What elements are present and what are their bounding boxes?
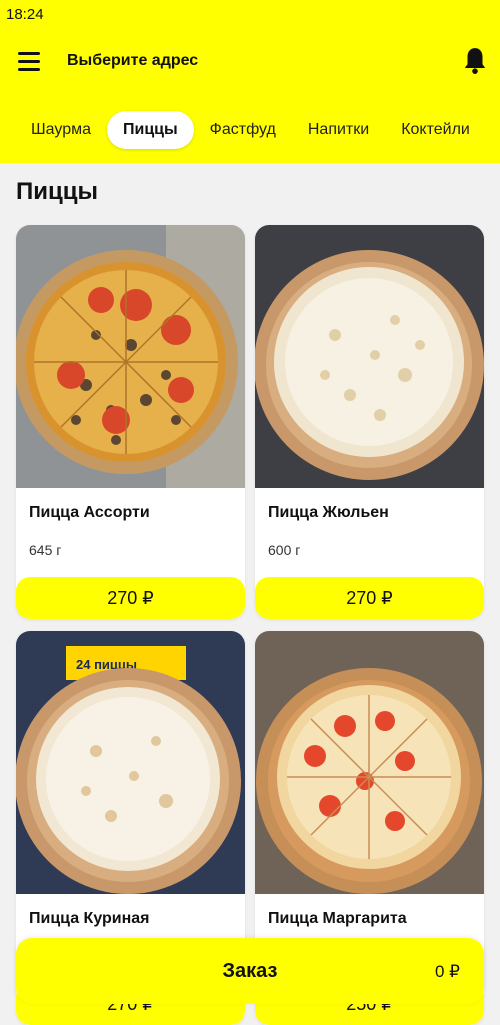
- product-weight: 645 г: [29, 542, 62, 558]
- product-name: Пицца Маргарита: [268, 910, 407, 927]
- product-name: Пицца Куриная: [29, 910, 150, 927]
- price-button[interactable]: 270 ₽: [255, 577, 484, 619]
- category-tabs: Шаурма Пиццы Фастфуд Напитки Коктейли: [0, 107, 500, 153]
- address-selector[interactable]: Выберите адрес: [67, 52, 198, 70]
- order-button[interactable]: Заказ 0 ₽: [16, 938, 484, 1004]
- product-weight: 600 г: [268, 542, 301, 558]
- section-title: Пиццы: [16, 178, 99, 205]
- product-image: [255, 225, 484, 488]
- order-label: Заказ: [222, 960, 278, 982]
- app-bar: Выберите адрес: [0, 40, 500, 86]
- bell-icon[interactable]: [462, 46, 488, 76]
- tab-shawarma[interactable]: Шаурма: [15, 111, 107, 149]
- product-grid: Пицца Ассорти 645 г 270 ₽ Пицца Жюльен 6…: [16, 225, 484, 1025]
- product-name: Пицца Жюльен: [268, 504, 389, 521]
- tab-cocktails[interactable]: Коктейли: [385, 111, 486, 149]
- product-image: 24 пиццы: [16, 631, 245, 894]
- top-header: 18:24 Выберите адрес Шаурма Пиццы Фастфу…: [0, 0, 500, 163]
- tab-fastfood[interactable]: Фастфуд: [194, 111, 292, 149]
- tab-drinks[interactable]: Напитки: [292, 111, 385, 149]
- product-name: Пицца Ассорти: [29, 504, 150, 521]
- price-button[interactable]: 270 ₽: [16, 577, 245, 619]
- product-image: [255, 631, 484, 894]
- hamburger-menu-icon[interactable]: [18, 52, 40, 71]
- product-image: [16, 225, 245, 488]
- product-card[interactable]: Пицца Жюльен 600 г 270 ₽: [255, 225, 484, 619]
- status-time: 18:24: [6, 6, 44, 23]
- order-total: 0 ₽: [435, 962, 460, 981]
- tab-pizza[interactable]: Пиццы: [107, 111, 194, 149]
- product-card[interactable]: Пицца Ассорти 645 г 270 ₽: [16, 225, 245, 619]
